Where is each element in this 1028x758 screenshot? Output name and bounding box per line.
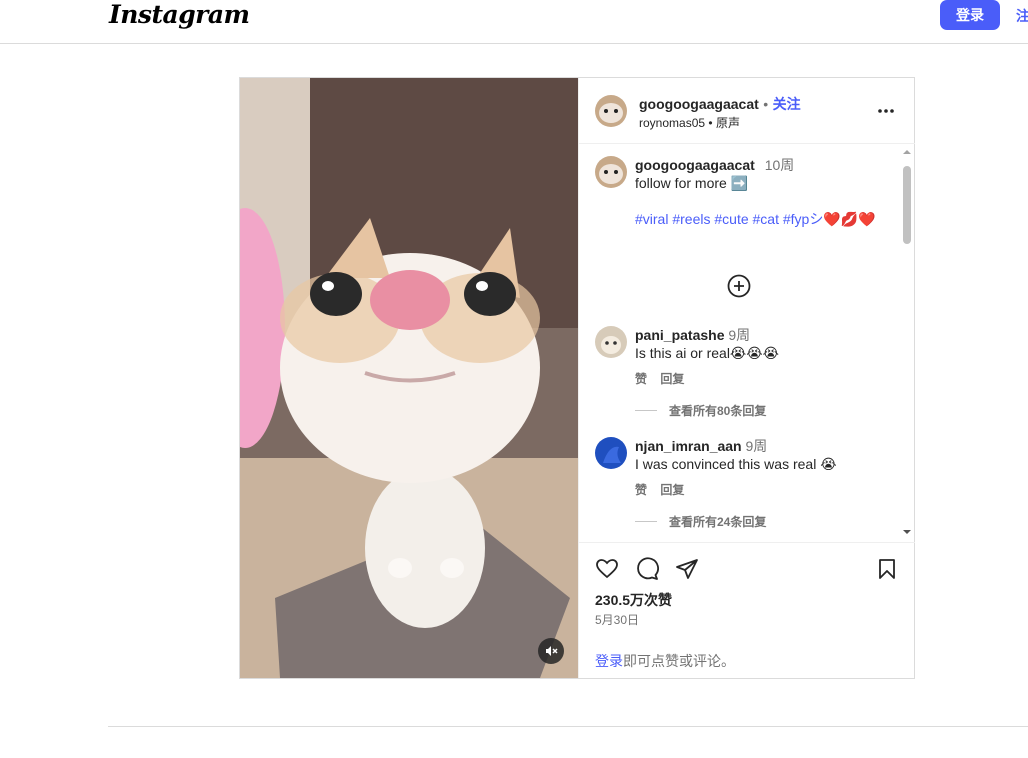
scroll-up-icon[interactable]	[901, 148, 913, 156]
caption: googoogaagaacat 10周 follow for more ➡️ #…	[635, 156, 885, 228]
send-paper-plane-icon	[676, 559, 698, 579]
author-username[interactable]: googoogaagaacat	[639, 96, 759, 112]
comment-bubble-icon	[637, 557, 659, 580]
comment-avatar[interactable]	[595, 326, 627, 358]
caption-avatar[interactable]	[595, 156, 627, 188]
mute-button[interactable]	[538, 638, 564, 664]
login-button[interactable]: 登录	[940, 0, 1000, 30]
comment-item: njan_imran_aan 9周 I was convinced this w…	[635, 437, 885, 498]
login-prompt: 登录即可点赞或评论。	[595, 651, 735, 671]
comment-username[interactable]: njan_imran_aan	[635, 438, 742, 454]
cat-avatar-image	[595, 95, 627, 127]
comment-reply-button[interactable]: 回复	[660, 483, 684, 497]
comment-like-button[interactable]: 赞	[635, 483, 647, 497]
view-replies-label: 查看所有24条回复	[669, 515, 767, 529]
follow-button[interactable]: 关注	[773, 96, 801, 112]
caption-username[interactable]: googoogaagaacat	[635, 157, 755, 173]
comment-text: I was convinced this was real 😭	[635, 456, 837, 472]
author-avatar[interactable]	[595, 95, 627, 127]
view-replies-label: 查看所有80条回复	[669, 404, 767, 418]
cat-avatar-image	[595, 156, 627, 188]
footer-divider	[108, 726, 1028, 727]
share-button[interactable]	[675, 557, 699, 586]
audio-username[interactable]: roynomas05	[639, 116, 705, 130]
comment-time: 9周	[745, 438, 768, 454]
top-bar: Instagram 登录 注册	[0, 0, 1028, 44]
original-audio-link[interactable]: 原声	[716, 116, 740, 130]
comment-username[interactable]: pani_patashe	[635, 327, 724, 343]
header-separator: •	[763, 96, 769, 112]
likes-count[interactable]: 230.5万次赞	[595, 590, 672, 610]
comments-scrollbar[interactable]	[901, 148, 913, 536]
replies-divider	[635, 410, 657, 411]
more-horizontal-icon	[878, 109, 894, 113]
post-actions: 230.5万次赞 5月30日 登录即可点赞或评论。	[579, 542, 915, 679]
reel-video[interactable]	[240, 78, 578, 678]
muted-speaker-icon	[546, 646, 558, 656]
comment-reply-button[interactable]: 回复	[660, 372, 684, 386]
caption-hashtags[interactable]: #viral #reels #cute #cat #fypシ	[635, 211, 823, 227]
user-avatar-image	[595, 437, 627, 469]
caption-emojis: ❤️💋❤️	[823, 211, 876, 227]
bookmark-icon	[879, 559, 895, 579]
user-avatar-image	[595, 326, 627, 358]
signup-link[interactable]: 注册	[1016, 6, 1028, 26]
comment-time: 9周	[728, 327, 751, 343]
save-button[interactable]	[875, 557, 899, 586]
caption-text: follow for more ➡️	[635, 175, 749, 191]
caption-time: 10周	[764, 157, 795, 173]
load-more-comments-button[interactable]	[727, 274, 751, 303]
login-prompt-link[interactable]: 登录	[595, 653, 623, 669]
comment-like-button[interactable]: 赞	[635, 372, 647, 386]
view-replies-button[interactable]: 查看所有80条回复	[635, 402, 766, 419]
post-sidebar: googoogaagaacat • 关注 roynomas05 • 原声 goo…	[578, 78, 915, 678]
post-header: googoogaagaacat • 关注 roynomas05 • 原声	[579, 78, 915, 144]
comment-text: Is this ai or real😭😭😭	[635, 345, 779, 361]
post-container: googoogaagaacat • 关注 roynomas05 • 原声 goo…	[239, 77, 915, 679]
comment-item: pani_patashe 9周 Is this ai or real😭😭😭 赞 …	[635, 326, 885, 387]
comments-section: googoogaagaacat 10周 follow for more ➡️ #…	[579, 144, 915, 542]
scroll-thumb[interactable]	[903, 166, 911, 244]
comment-avatar[interactable]	[595, 437, 627, 469]
post-date[interactable]: 5月30日	[595, 611, 639, 628]
more-options-button[interactable]	[877, 102, 895, 125]
instagram-logo[interactable]: Instagram	[109, 0, 250, 29]
heart-icon	[596, 559, 618, 579]
login-prompt-text: 即可点赞或评论。	[623, 653, 735, 669]
cat-video-frame	[240, 78, 578, 678]
scroll-down-icon[interactable]	[901, 528, 913, 536]
replies-divider	[635, 521, 657, 522]
plus-circle-icon	[727, 274, 751, 298]
view-replies-button[interactable]: 查看所有24条回复	[635, 513, 766, 530]
audio-separator: •	[708, 116, 713, 130]
like-button[interactable]	[595, 557, 619, 586]
comment-button[interactable]	[635, 557, 659, 586]
